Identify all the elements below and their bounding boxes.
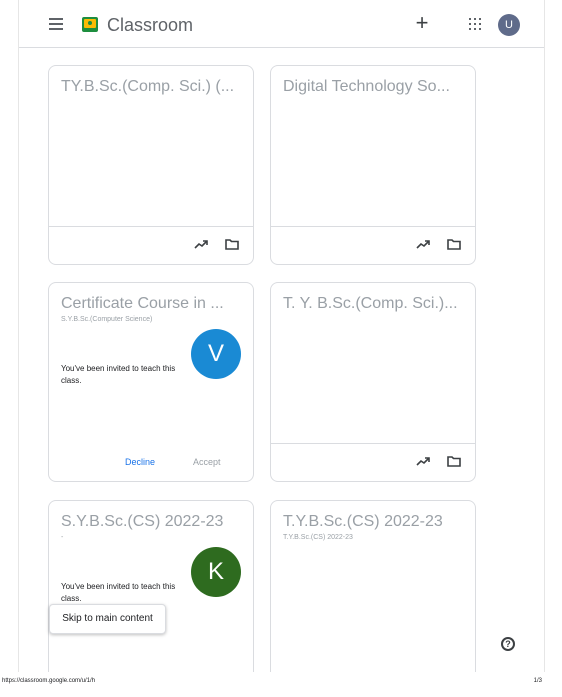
print-footer-page-number: 1/3 [533,678,542,684]
invite-message: You've been invited to teach this class. [61,364,176,385]
class-card[interactable]: Digital Technology So... [270,65,476,265]
hamburger-menu-icon[interactable] [49,18,63,30]
account-avatar[interactable]: U [498,14,520,36]
teacher-avatar: K [191,547,241,597]
create-join-button[interactable]: + [410,11,434,35]
teacher-avatar: V [191,329,241,379]
help-icon[interactable]: ? [501,637,515,651]
class-card-title[interactable]: Certificate Course in ... [61,295,246,313]
invite-message: You've been invited to teach this class. [61,582,176,603]
class-card-subtitle: T.Y.B.Sc.(CS) 2022-23 [283,534,353,541]
classroom-logo-icon[interactable] [82,17,98,32]
class-card[interactable]: T.Y.B.Sc.(CS) 2022-23 T.Y.B.Sc.(CS) 2022… [270,500,476,672]
class-card-title[interactable]: Digital Technology So... [283,78,468,96]
class-card-subtitle: S.Y.B.Sc.(Computer Science) [61,316,153,323]
accept-button[interactable]: Accept [193,457,221,467]
page-frame: Classroom + U TY.B.Sc.(Comp. Sci.) (... … [18,0,545,672]
folder-icon[interactable] [447,455,461,467]
class-card-footer [49,226,253,264]
app-title[interactable]: Classroom [107,15,193,36]
class-card-title[interactable]: S.Y.B.Sc.(CS) 2022-23 [61,513,246,531]
class-card-title[interactable]: T.Y.B.Sc.(CS) 2022-23 [283,513,468,531]
invite-card[interactable]: Certificate Course in ... S.Y.B.Sc.(Comp… [48,282,254,482]
class-card-title[interactable]: TY.B.Sc.(Comp. Sci.) (... [61,78,246,96]
grid-apps-icon[interactable] [469,18,481,30]
class-card-footer [271,226,475,264]
print-footer-url: https://classroom.google.com/u/1/h [2,678,96,684]
trending-icon[interactable] [416,456,430,466]
folder-icon[interactable] [447,238,461,250]
trending-icon[interactable] [194,239,208,249]
trending-icon[interactable] [416,239,430,249]
invite-card[interactable]: S.Y.B.Sc.(CS) 2022-23 - K You've been in… [48,500,254,672]
top-app-bar: Classroom + U [19,0,544,48]
class-card[interactable]: T. Y. B.Sc.(Comp. Sci.)... [270,282,476,482]
decline-button[interactable]: Decline [125,457,155,467]
class-card[interactable]: TY.B.Sc.(Comp. Sci.) (... [48,65,254,265]
class-card-footer [271,443,475,481]
skip-to-main-content-link[interactable]: Skip to main content [49,604,166,634]
class-card-subtitle: - [61,534,64,541]
folder-icon[interactable] [225,238,239,250]
class-card-title[interactable]: T. Y. B.Sc.(Comp. Sci.)... [283,295,468,313]
